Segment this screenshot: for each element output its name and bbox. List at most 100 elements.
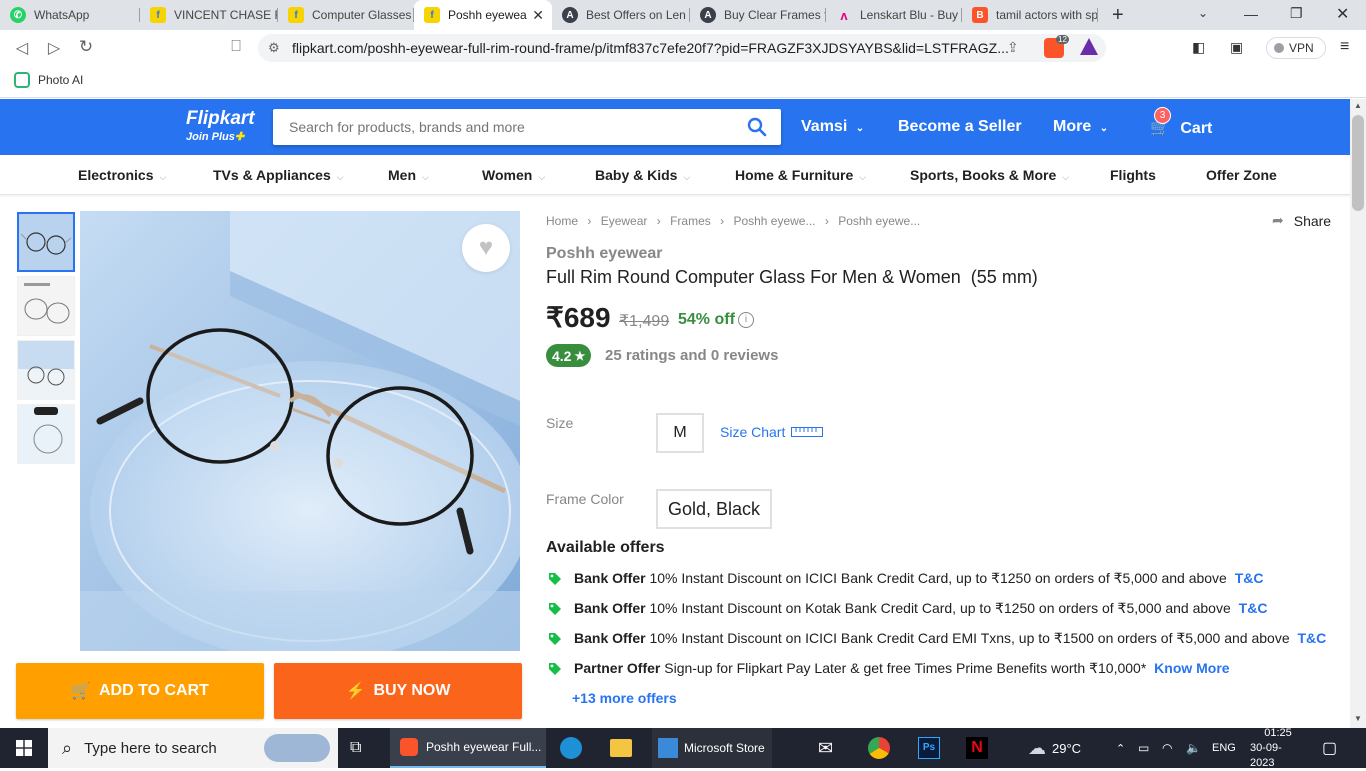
add-to-cart-label: ADD TO CART bbox=[99, 682, 209, 699]
thumbnail-2[interactable] bbox=[17, 276, 75, 336]
tab-whatsapp[interactable]: ✆ WhatsApp bbox=[0, 0, 140, 30]
join-plus-link[interactable]: Join Plus✚ bbox=[186, 130, 244, 143]
taskbar-app-explorer[interactable] bbox=[610, 728, 634, 768]
offer-tc-link[interactable]: T&C bbox=[1298, 630, 1327, 646]
breadcrumb-home[interactable]: Home bbox=[546, 214, 578, 228]
search-input[interactable] bbox=[273, 109, 733, 145]
product-brand[interactable]: Poshh eyewear bbox=[546, 245, 663, 263]
tab-best-offers[interactable]: A Best Offers on Len bbox=[552, 0, 690, 30]
category-women[interactable]: Women ⌵ bbox=[482, 167, 545, 183]
taskbar-app-chrome[interactable] bbox=[868, 728, 892, 768]
restore-button[interactable]: ❐ bbox=[1290, 5, 1303, 22]
tab-search-icon[interactable]: ⌄ bbox=[1198, 6, 1208, 20]
category-men[interactable]: Men ⌵ bbox=[388, 167, 429, 183]
category-sports-books[interactable]: Sports, Books & More ⌵ bbox=[910, 167, 1069, 183]
category-electronics[interactable]: Electronics ⌵ bbox=[78, 167, 166, 183]
weather-widget[interactable]: ☁ 29°C bbox=[1028, 728, 1098, 768]
url-field[interactable]: ⚙ flipkart.com/poshh-eyewear-full-rim-ro… bbox=[258, 34, 1106, 62]
frame-color-option[interactable]: Gold, Black bbox=[656, 489, 773, 529]
show-hidden-icons[interactable]: ⌃ bbox=[1116, 728, 1125, 768]
vpn-button[interactable]: VPN bbox=[1266, 37, 1326, 59]
thumbnail-1[interactable] bbox=[17, 212, 75, 272]
product-image[interactable]: ♥ bbox=[80, 211, 520, 651]
category-home-furniture[interactable]: Home & Furniture ⌵ bbox=[735, 167, 866, 183]
taskbar-app-brave[interactable]: Poshh eyewear Full... bbox=[390, 728, 546, 768]
tab-tamil-actors[interactable]: B tamil actors with sp bbox=[962, 0, 1098, 30]
reload-button[interactable]: ↻ bbox=[76, 37, 96, 57]
wallet-icon[interactable]: ▣ bbox=[1230, 39, 1243, 56]
close-window-button[interactable]: ✕ bbox=[1336, 4, 1349, 24]
add-to-cart-button[interactable]: 🛒 ADD TO CART bbox=[16, 663, 264, 719]
offer-tc-link[interactable]: T&C bbox=[1239, 600, 1268, 616]
breadcrumb-frames[interactable]: Frames bbox=[670, 214, 711, 228]
search-box[interactable] bbox=[273, 109, 781, 145]
taskbar-app-store[interactable]: Microsoft Store bbox=[652, 728, 772, 768]
minimize-button[interactable]: — bbox=[1244, 6, 1258, 22]
offer-item: Bank Offer 10% Instant Discount on ICICI… bbox=[546, 570, 1264, 587]
ratings-reviews-link[interactable]: 25 ratings and 0 reviews bbox=[605, 347, 778, 364]
account-menu[interactable]: Vamsi ⌄ bbox=[801, 118, 864, 136]
forward-button[interactable]: ▷ bbox=[44, 38, 64, 58]
notifications-icon[interactable]: ▢ bbox=[1322, 728, 1344, 768]
become-seller-link[interactable]: Become a Seller bbox=[898, 118, 1022, 136]
back-button[interactable]: ◁ bbox=[12, 38, 32, 58]
tab-vincent-chase[interactable]: f VINCENT CHASE F bbox=[140, 0, 278, 30]
category-offer-zone[interactable]: Offer Zone bbox=[1206, 167, 1277, 183]
flipkart-logo[interactable]: Flipkart bbox=[186, 108, 255, 130]
breadcrumb-brand[interactable]: Poshh eyewe... bbox=[733, 214, 815, 228]
more-menu[interactable]: More ⌄ bbox=[1053, 118, 1108, 136]
site-settings-icon[interactable]: ⚙ bbox=[268, 34, 280, 62]
bookmark-icon[interactable]: ⎕ bbox=[226, 38, 246, 56]
know-more-link[interactable]: Know More bbox=[1154, 660, 1229, 676]
tab-computer-glasses[interactable]: f Computer Glasses bbox=[278, 0, 414, 30]
shield-count: 12 bbox=[1056, 35, 1069, 44]
sidebar-icon[interactable]: ◧ bbox=[1192, 39, 1205, 56]
category-baby-kids[interactable]: Baby & Kids ⌵ bbox=[595, 167, 690, 183]
offer-text: 10% Instant Discount on ICICI Bank Credi… bbox=[649, 630, 1290, 646]
scroll-up-icon[interactable]: ▲ bbox=[1354, 101, 1362, 110]
cart-link[interactable]: 🛒 Cart 3 bbox=[1150, 107, 1212, 138]
size-option-m[interactable]: M bbox=[656, 413, 704, 453]
wifi-icon[interactable]: ◠ bbox=[1162, 728, 1172, 768]
product-price: ₹689 bbox=[546, 302, 611, 333]
offer-tc-link[interactable]: T&C bbox=[1235, 570, 1264, 586]
close-tab-icon[interactable]: ✕ bbox=[532, 7, 544, 24]
search-icon[interactable] bbox=[747, 117, 767, 137]
share-url-icon[interactable]: ⇪ bbox=[1007, 39, 1019, 56]
new-tab-button[interactable]: + bbox=[1112, 4, 1124, 27]
tab-poshh-eyewear[interactable]: f Poshh eyewea ✕ bbox=[414, 0, 552, 30]
language-indicator[interactable]: ENG bbox=[1212, 728, 1236, 768]
brave-rewards-icon[interactable] bbox=[1080, 38, 1098, 55]
size-chart-link[interactable]: Size Chart bbox=[720, 424, 824, 440]
menu-icon[interactable]: ≡ bbox=[1340, 38, 1349, 56]
clock[interactable]: 01:25 30-09-2023 bbox=[1250, 727, 1306, 769]
taskbar-app-edge[interactable] bbox=[560, 728, 584, 768]
mail-icon[interactable]: ✉ bbox=[818, 728, 844, 768]
taskbar-search-box[interactable]: ⌕ Type here to search bbox=[48, 728, 338, 768]
taskbar-app-netflix[interactable]: N bbox=[966, 728, 990, 768]
tab-lenskart-blu[interactable]: ʌ Lenskart Blu - Buy bbox=[826, 0, 962, 30]
info-icon[interactable]: i bbox=[738, 312, 754, 328]
breadcrumb-eyewear[interactable]: Eyewear bbox=[601, 214, 648, 228]
scroll-down-icon[interactable]: ▼ bbox=[1354, 714, 1362, 723]
page-scrollbar[interactable]: ▲ ▼ bbox=[1350, 99, 1366, 728]
brave-shield-icon[interactable]: 12 bbox=[1044, 35, 1069, 58]
battery-icon[interactable]: ▭ bbox=[1138, 728, 1149, 768]
thumbnail-4[interactable] bbox=[17, 404, 75, 464]
thumbnail-3[interactable] bbox=[17, 340, 75, 400]
bookmark-photo-ai[interactable]: Photo AI bbox=[14, 72, 83, 88]
tab-buy-clear-frames[interactable]: A Buy Clear Frames f bbox=[690, 0, 826, 30]
category-flights[interactable]: Flights bbox=[1110, 167, 1156, 183]
wishlist-heart-icon[interactable]: ♥ bbox=[462, 224, 510, 272]
breadcrumb-product[interactable]: Poshh eyewe... bbox=[838, 214, 920, 228]
share-button[interactable]: ➦ Share bbox=[1272, 212, 1331, 229]
buy-now-button[interactable]: ⚡ BUY NOW bbox=[274, 663, 522, 719]
start-button[interactable] bbox=[0, 728, 48, 768]
taskbar-app-photoshop[interactable]: Ps bbox=[918, 728, 942, 768]
scrollbar-thumb[interactable] bbox=[1352, 115, 1364, 211]
more-offers-link[interactable]: +13 more offers bbox=[572, 690, 677, 706]
rating-badge[interactable]: 4.2 ★ bbox=[546, 344, 592, 367]
task-view-icon[interactable]: ⧉ bbox=[350, 728, 374, 768]
category-tvs-appliances[interactable]: TVs & Appliances ⌵ bbox=[213, 167, 344, 183]
volume-icon[interactable]: 🔈 bbox=[1186, 728, 1201, 768]
